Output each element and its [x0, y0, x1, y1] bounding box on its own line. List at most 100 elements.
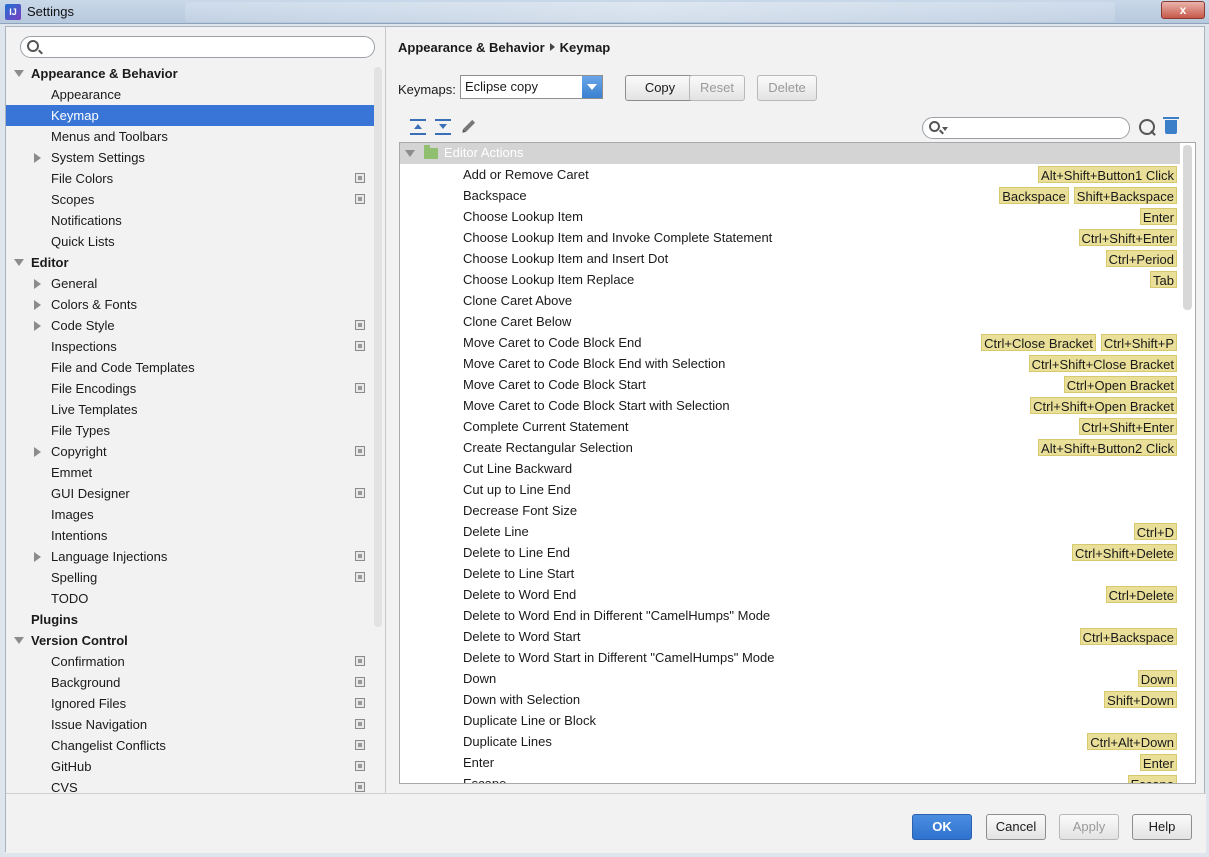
sidebar-item-issue-navigation[interactable]: Issue Navigation	[6, 714, 374, 735]
chevron-right-icon[interactable]	[34, 153, 41, 163]
sidebar-item-emmet[interactable]: Emmet	[6, 462, 374, 483]
chevron-right-icon[interactable]	[34, 300, 41, 310]
action-row[interactable]: Enter Enter	[400, 752, 1180, 773]
action-row[interactable]: Clone Caret Below	[400, 311, 1180, 332]
action-row[interactable]: Decrease Font Size	[400, 500, 1180, 521]
expand-all-icon[interactable]	[410, 119, 426, 135]
cancel-button[interactable]: Cancel	[986, 814, 1046, 840]
action-row[interactable]: Delete to Word End in Different "CamelHu…	[400, 605, 1180, 626]
sidebar-item-notifications[interactable]: Notifications	[6, 210, 374, 231]
action-row[interactable]: Add or Remove Caret Alt+Shift+Button1 Cli…	[400, 164, 1180, 185]
ok-button[interactable]: OK	[912, 814, 972, 840]
action-row[interactable]: Choose Lookup Item Enter	[400, 206, 1180, 227]
chevron-down-icon[interactable]	[405, 150, 415, 157]
action-row[interactable]: Move Caret to Code Block Start Ctrl+Open …	[400, 374, 1180, 395]
apply-button[interactable]: Apply	[1059, 814, 1119, 840]
sidebar-item-file-types[interactable]: File Types	[6, 420, 374, 441]
action-row[interactable]: Choose Lookup Item and Insert Dot Ctrl+Pe…	[400, 248, 1180, 269]
keymap-scrollbar[interactable]	[1183, 145, 1192, 310]
delete-button[interactable]: Delete	[757, 75, 817, 101]
sidebar-item-confirmation[interactable]: Confirmation	[6, 651, 374, 672]
sidebar-scrollbar[interactable]	[374, 67, 382, 627]
sidebar-item-plugins[interactable]: Plugins	[6, 609, 374, 630]
sidebar-item-quick-lists[interactable]: Quick Lists	[6, 231, 374, 252]
action-row[interactable]: Move Caret to Code Block End Ctrl+Close B…	[400, 332, 1180, 353]
sidebar-item-scopes[interactable]: Scopes	[6, 189, 374, 210]
sidebar-item-inspections[interactable]: Inspections	[6, 336, 374, 357]
action-row[interactable]: Delete to Word Start in Different "Camel…	[400, 647, 1180, 668]
clear-filter-trash-icon[interactable]	[1163, 117, 1179, 134]
sidebar-item-keymap[interactable]: Keymap	[6, 105, 374, 126]
sidebar-item-general[interactable]: General	[6, 273, 374, 294]
sidebar-item-gui-designer[interactable]: GUI Designer	[6, 483, 374, 504]
sidebar-item-menus-and-toolbars[interactable]: Menus and Toolbars	[6, 126, 374, 147]
sidebar-item-system-settings[interactable]: System Settings	[6, 147, 374, 168]
action-row[interactable]: Cut Line Backward	[400, 458, 1180, 479]
sidebar-item-github[interactable]: GitHub	[6, 756, 374, 777]
reset-button[interactable]: Reset	[689, 75, 745, 101]
action-row[interactable]: Backspace Backspace Shift+Backspace	[400, 185, 1180, 206]
chevron-down-icon[interactable]	[582, 76, 602, 98]
sidebar-item-file-encodings[interactable]: File Encodings	[6, 378, 374, 399]
sidebar-item-copyright[interactable]: Copyright	[6, 441, 374, 462]
action-row[interactable]: Create Rectangular Selection Alt+Shift+Bu…	[400, 437, 1180, 458]
sidebar-item-editor[interactable]: Editor	[6, 252, 374, 273]
chevron-right-icon[interactable]	[34, 552, 41, 562]
action-row[interactable]: Delete to Line End Ctrl+Shift+Delete	[400, 542, 1180, 563]
action-row[interactable]: Delete to Word End Ctrl+Delete	[400, 584, 1180, 605]
action-row[interactable]: Duplicate Lines Ctrl+Alt+Down	[400, 731, 1180, 752]
sidebar-item-code-style[interactable]: Code Style	[6, 315, 374, 336]
close-window-button[interactable]: x	[1161, 1, 1205, 19]
action-row[interactable]: Escape Escape	[400, 773, 1180, 783]
action-row[interactable]: Delete Line Ctrl+D	[400, 521, 1180, 542]
sidebar-item-todo[interactable]: TODO	[6, 588, 374, 609]
find-by-shortcut-icon[interactable]	[1139, 119, 1155, 135]
sidebar-item-language-injections[interactable]: Language Injections	[6, 546, 374, 567]
chevron-down-icon[interactable]	[14, 637, 24, 644]
keymap-table: Editor Actions Add or Remove Caret Alt+Sh…	[399, 142, 1196, 784]
action-row[interactable]: Down Down	[400, 668, 1180, 689]
sidebar-item-images[interactable]: Images	[6, 504, 374, 525]
sidebar-item-changelist-conflicts[interactable]: Changelist Conflicts	[6, 735, 374, 756]
chevron-right-icon[interactable]	[34, 321, 41, 331]
action-row[interactable]: Choose Lookup Item and Invoke Complete S…	[400, 227, 1180, 248]
collapse-all-icon[interactable]	[435, 119, 451, 135]
sidebar-item-appearance-behavior[interactable]: Appearance & Behavior	[6, 63, 374, 84]
keymap-filter-input[interactable]	[922, 117, 1130, 139]
action-row[interactable]: Move Caret to Code Block End with Select…	[400, 353, 1180, 374]
sidebar-item-file-and-code-templates[interactable]: File and Code Templates	[6, 357, 374, 378]
chevron-down-icon[interactable]	[14, 70, 24, 77]
sidebar-item-appearance[interactable]: Appearance	[6, 84, 374, 105]
copy-button[interactable]: Copy	[625, 75, 695, 101]
action-row[interactable]: Clone Caret Above	[400, 290, 1180, 311]
sidebar-item-file-colors[interactable]: File Colors	[6, 168, 374, 189]
settings-search-input[interactable]	[20, 36, 375, 58]
sidebar-item-version-control[interactable]: Version Control	[6, 630, 374, 651]
action-row[interactable]: Cut up to Line End	[400, 479, 1180, 500]
edit-shortcut-icon[interactable]	[457, 116, 480, 139]
sidebar-item-colors-fonts[interactable]: Colors & Fonts	[6, 294, 374, 315]
app-icon: IJ	[5, 4, 21, 20]
sidebar-item-intentions[interactable]: Intentions	[6, 525, 374, 546]
chevron-right-icon[interactable]	[34, 279, 41, 289]
sidebar-item-background[interactable]: Background	[6, 672, 374, 693]
sidebar-item-live-templates[interactable]: Live Templates	[6, 399, 374, 420]
sidebar-item-spelling[interactable]: Spelling	[6, 567, 374, 588]
action-row[interactable]: Move Caret to Code Block Start with Sele…	[400, 395, 1180, 416]
chevron-down-icon[interactable]	[14, 259, 24, 266]
action-row[interactable]: Delete to Line Start	[400, 563, 1180, 584]
group-row-editor-actions[interactable]: Editor Actions	[400, 143, 1180, 164]
sidebar-item-ignored-files[interactable]: Ignored Files	[6, 693, 374, 714]
action-row[interactable]: Complete Current Statement Ctrl+Shift+Ent…	[400, 416, 1180, 437]
action-row[interactable]: Choose Lookup Item Replace Tab	[400, 269, 1180, 290]
window-title: Settings	[27, 4, 74, 19]
action-row[interactable]: Duplicate Line or Block	[400, 710, 1180, 731]
shortcut-list: Ctrl+Backspace	[1079, 628, 1177, 645]
keymap-select[interactable]: Eclipse copy	[460, 75, 603, 99]
search-options-chevron-icon[interactable]	[942, 127, 948, 131]
chevron-right-icon[interactable]	[34, 447, 41, 457]
shortcut-chip: Ctrl+Shift+Open Bracket	[1030, 397, 1177, 414]
help-button[interactable]: Help	[1132, 814, 1192, 840]
action-row[interactable]: Down with Selection Shift+Down	[400, 689, 1180, 710]
action-row[interactable]: Delete to Word Start Ctrl+Backspace	[400, 626, 1180, 647]
